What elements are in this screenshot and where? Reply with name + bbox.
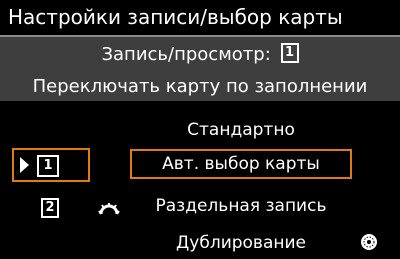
option-standard[interactable]: Стандартно (130, 115, 352, 145)
control-dial-icon (361, 234, 377, 250)
page-title: Настройки записи/выбор карты (8, 5, 343, 29)
option-record-to-multiple[interactable]: Дублирование (130, 228, 352, 258)
card-slot-icon: 1 (280, 43, 299, 63)
record-play-label: Запись/просмотр: (101, 44, 271, 65)
card-slot-1-icon[interactable]: 1 (37, 155, 59, 177)
option-record-separately[interactable]: Раздельная запись (130, 191, 352, 221)
option-auto-switch-card[interactable]: Авт. выбор карты (130, 149, 352, 179)
arc-switch-icon (98, 203, 120, 215)
card-slot-2-icon[interactable]: 2 (41, 198, 59, 218)
selection-arrow-icon (20, 157, 29, 173)
record-play-setting: Запись/просмотр: 1 (0, 43, 400, 66)
switch-card-when-full-label: Переключать карту по заполнении (32, 76, 368, 97)
menu-header: Настройки записи/выбор карты (0, 0, 400, 35)
info-panel: Запись/просмотр: 1 Переключать карту по … (0, 37, 400, 101)
